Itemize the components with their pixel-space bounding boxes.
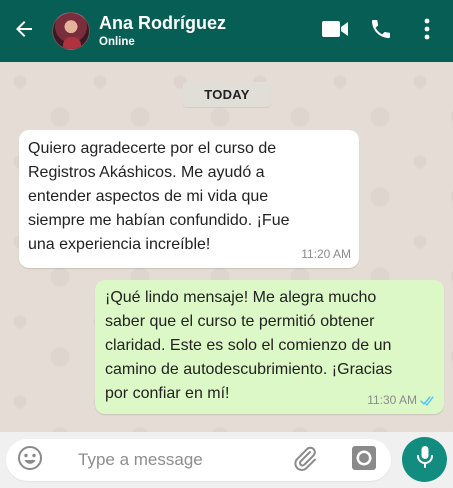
message-text: Quiero agradecerte por el curso de Regis…: [28, 140, 290, 253]
message-outgoing[interactable]: ¡Qué lindo mensaje! Me alegra mucho sabe…: [95, 280, 444, 414]
date-separator: TODAY: [183, 82, 271, 107]
message-time: 11:20 AM: [301, 247, 351, 261]
emoji-icon: [17, 445, 43, 476]
header-actions: [315, 0, 447, 62]
contact-name: Ana Rodríguez: [99, 13, 227, 33]
phone-icon: [369, 17, 393, 46]
contact-info[interactable]: Ana Rodríguez Online: [99, 13, 226, 49]
emoji-button[interactable]: [16, 445, 44, 476]
voice-call-button[interactable]: [361, 11, 401, 51]
message-meta: 11:30 AM: [367, 393, 436, 407]
video-call-button[interactable]: [315, 11, 355, 51]
message-meta: 11:20 AM: [301, 247, 351, 261]
video-call-icon: [321, 19, 349, 44]
menu-button[interactable]: [407, 11, 447, 51]
microphone-icon: [416, 445, 434, 474]
paperclip-icon: [291, 444, 319, 477]
attach-button[interactable]: [290, 445, 320, 475]
double-check-read-icon: [420, 395, 436, 406]
message-incoming[interactable]: Quiero agradecerte por el curso de Regis…: [19, 130, 359, 268]
more-vertical-icon: [423, 17, 431, 46]
message-input-container: [6, 439, 391, 481]
message-input[interactable]: [78, 447, 278, 473]
chat-header: Ana Rodríguez Online: [0, 0, 453, 62]
composer-bar: [0, 432, 453, 488]
chat-area[interactable]: TODAY Quiero agradecerte por el curso de…: [0, 62, 453, 432]
back-button[interactable]: [2, 0, 46, 62]
message-time: 11:30 AM: [367, 393, 417, 407]
message-text: ¡Qué lindo mensaje! Me alegra mucho sabe…: [105, 289, 393, 402]
contact-status: Online: [99, 36, 135, 48]
camera-icon: [351, 445, 377, 476]
microphone-button[interactable]: [402, 437, 447, 482]
camera-button[interactable]: [349, 445, 379, 476]
avatar[interactable]: [52, 12, 90, 50]
arrow-left-icon: [12, 17, 36, 46]
